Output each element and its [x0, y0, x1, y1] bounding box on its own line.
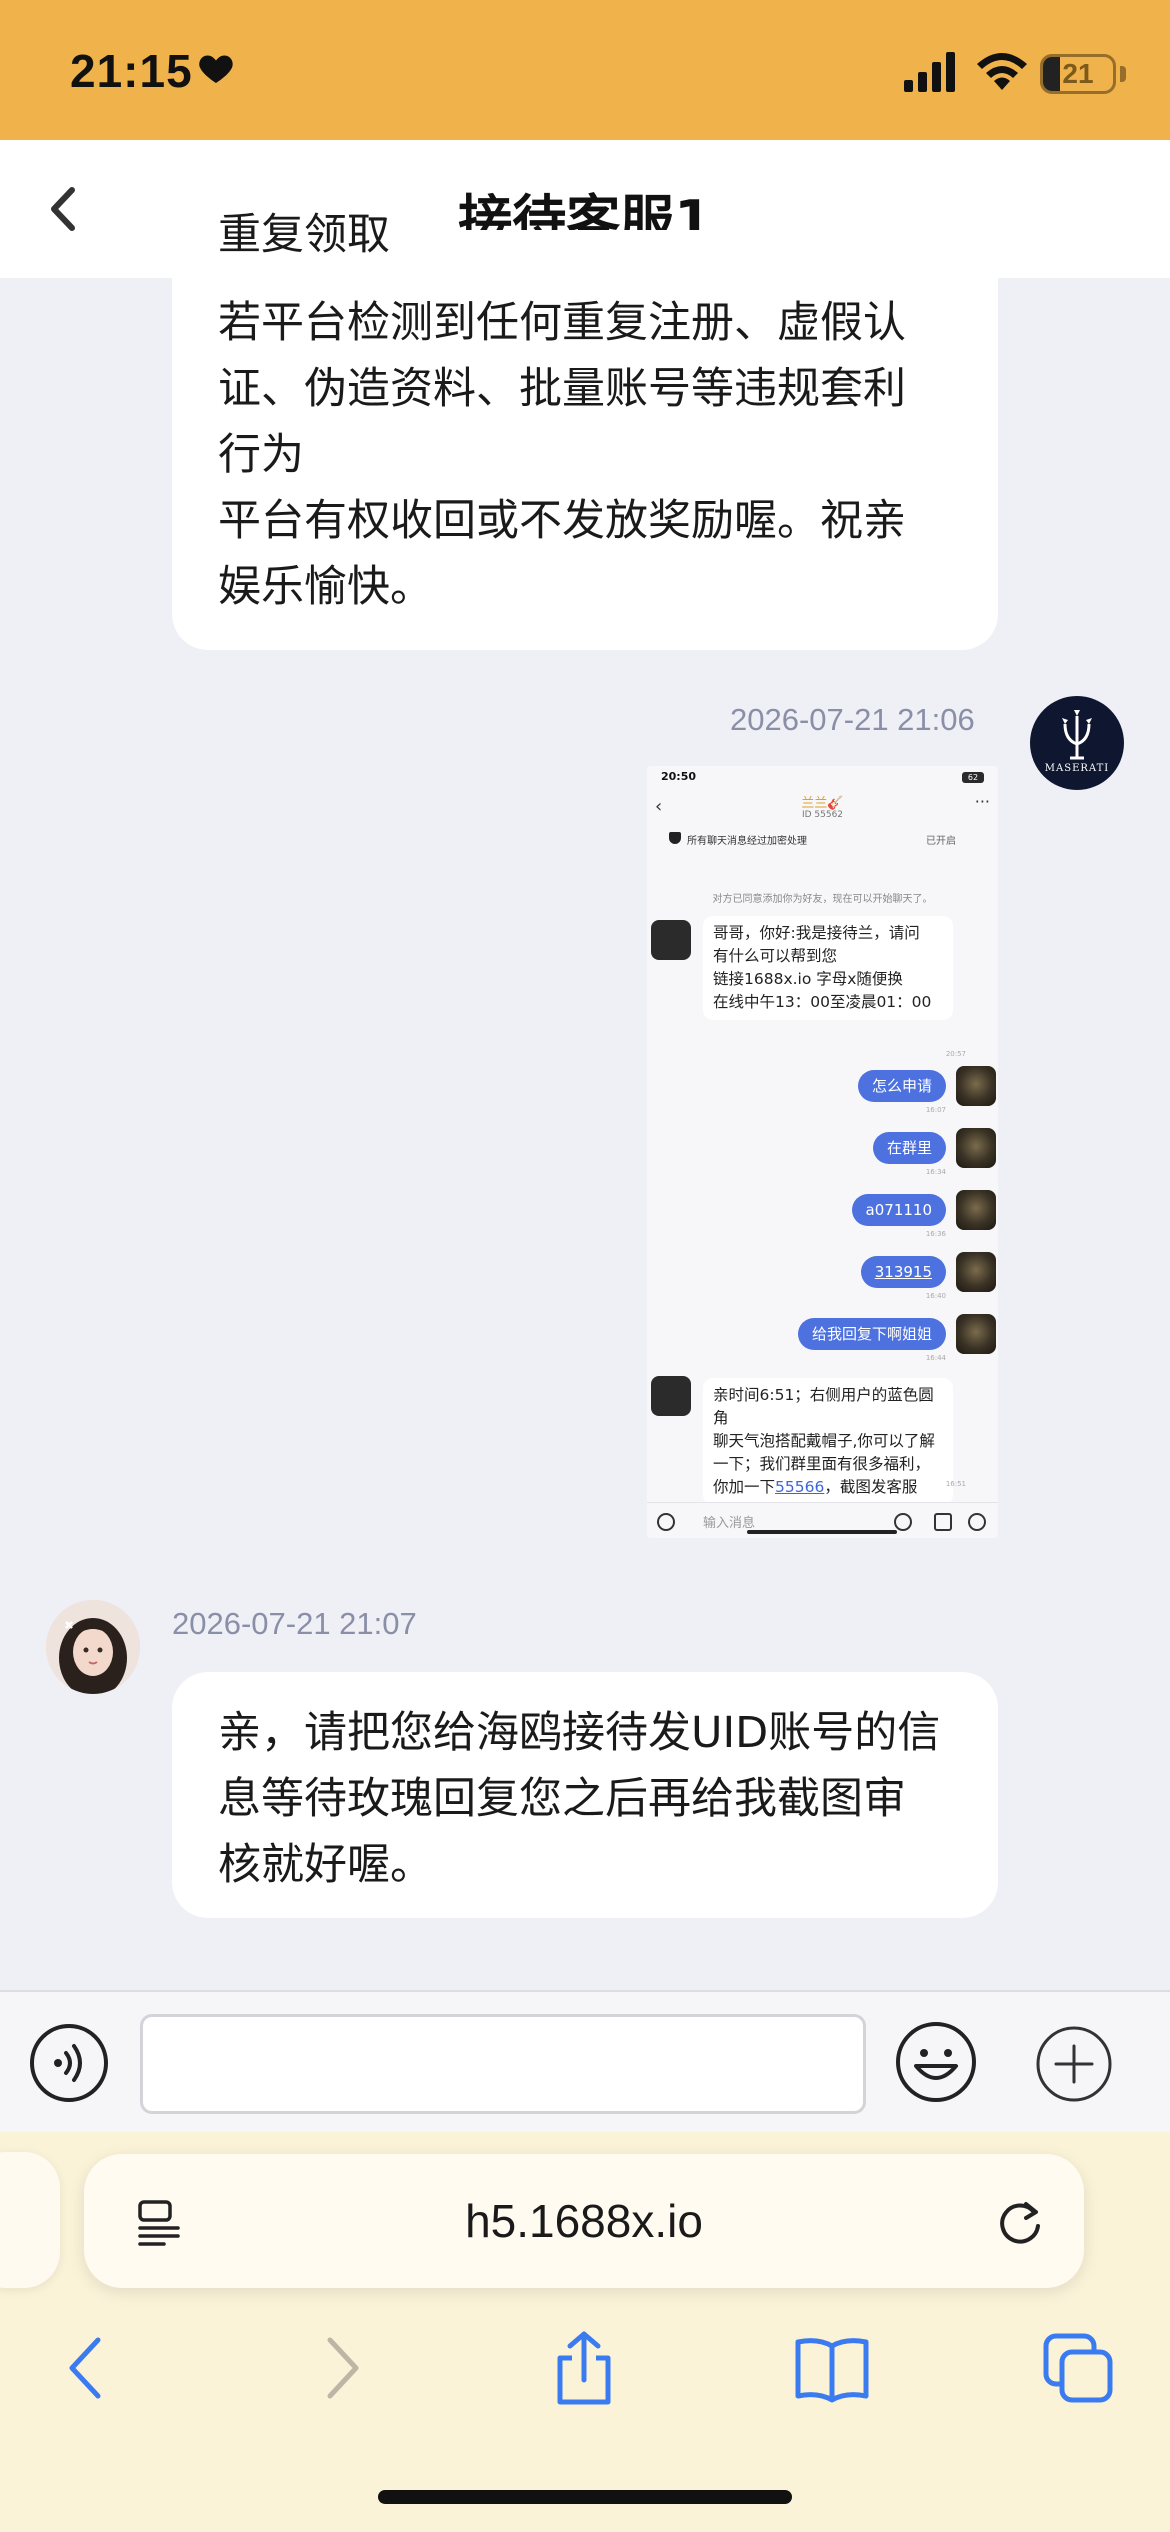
- shot-reply-bubble: 在群里: [872, 1132, 946, 1164]
- browser-toolbar: h5.1688x.io: [0, 2132, 1170, 2532]
- heart-icon: [196, 48, 236, 98]
- shot-gift-icon: [934, 1513, 952, 1531]
- shot-user-avatar: [956, 1252, 996, 1292]
- shot-contact-name: 兰兰🎸: [801, 796, 844, 811]
- shot-input-bar: 输入消息: [647, 1502, 998, 1538]
- reload-icon[interactable]: [990, 2192, 1050, 2252]
- shot-reply-time: 16:40: [925, 1292, 946, 1300]
- cellular-signal-icon: [904, 52, 955, 92]
- bookmarks-button[interactable]: [794, 2330, 870, 2406]
- trident-icon: [1062, 710, 1092, 760]
- message-text: 若平台检测到任何重复注册、虚假认 证、伪造资料、批量账号等违规套利 行为 平台有…: [218, 298, 906, 612]
- shot-voice-icon: [657, 1513, 675, 1531]
- tabs-button[interactable]: [1040, 2330, 1116, 2406]
- message-text: 亲，请把您给海鸥接待发UID账号的信 息等待玫瑰回复您之后再给我截图审 核就好喔…: [218, 1708, 941, 1890]
- message-bubble-agent: 重复领取 若平台检测到任何重复注册、虚假认 证、伪造资料、批量账号等违规套利 行…: [172, 210, 998, 650]
- agent-portrait-icon: [46, 1600, 140, 1694]
- more-options-button[interactable]: [1034, 2024, 1114, 2104]
- shot-reply-bubble: 313915: [860, 1256, 946, 1288]
- shot-agent-avatar: [651, 1376, 691, 1416]
- shot-encryption-note: 所有聊天消息经过加密处理: [687, 836, 807, 847]
- message-cut-line: 重复领取: [218, 210, 390, 260]
- shot-home-indicator: [747, 1530, 897, 1534]
- shot-reply-time: 16:36: [925, 1230, 946, 1238]
- address-bar[interactable]: h5.1688x.io: [84, 2154, 1084, 2288]
- status-bar: 21:15 21: [0, 0, 1170, 140]
- message-timestamp: 2026-07-21 21:06: [730, 702, 975, 737]
- shot-reply-bubble: 给我回复下啊姐姐: [797, 1318, 946, 1350]
- battery-level: 21: [1062, 58, 1094, 89]
- status-time: 21:15: [70, 45, 193, 97]
- shot-status-bar: 20:50 62: [647, 766, 998, 788]
- shot-user-avatar: [956, 1314, 996, 1354]
- browser-nav-row: [0, 2302, 1170, 2432]
- shot-agent-message: 哥哥，你好:我是接待兰，请问 有什么可以帮到您 链接1688x.io 字母x随便…: [703, 916, 953, 1020]
- message-timestamp: 2026-07-21 21:07: [172, 1606, 417, 1641]
- shot-input-placeholder: 输入消息: [703, 1516, 756, 1531]
- previous-tab[interactable]: [0, 2152, 60, 2288]
- shot-reply-time: 16:34: [925, 1168, 946, 1176]
- shot-header: ‹ 兰兰🎸 ID 55562 ···: [647, 788, 998, 828]
- shot-contact-id: ID 55562: [801, 810, 844, 820]
- shot-time: 20:50: [661, 770, 697, 783]
- shot-user-avatar: [956, 1066, 996, 1106]
- shot-reply-time: 16:07: [925, 1106, 946, 1114]
- shot-message-time: 20:57: [945, 1050, 966, 1058]
- shot-group-link: 55566: [775, 1478, 825, 1496]
- shot-message-time: 16:51: [945, 1480, 966, 1488]
- forward-nav-button[interactable]: [302, 2330, 378, 2406]
- shot-reply-bubble: a071110: [851, 1194, 946, 1226]
- shot-user-avatar: [956, 1190, 996, 1230]
- home-indicator: [378, 2490, 792, 2504]
- back-nav-button[interactable]: [50, 2330, 126, 2406]
- shot-plus-icon: [968, 1513, 986, 1531]
- shot-reply-time: 16:44: [925, 1354, 946, 1362]
- shot-emoji-icon: [894, 1513, 912, 1531]
- shot-more-icon: ···: [974, 792, 990, 811]
- shot-agent-message-2: 亲时间6:51；右侧用户的蓝色圆角 聊天气泡搭配戴帽子,你可以了解 一下；我们群…: [703, 1378, 953, 1505]
- maserati-label: MASERATI: [1044, 763, 1110, 774]
- shot-reply-bubble: 怎么申请: [857, 1070, 946, 1102]
- message-input-bar: [0, 1990, 1170, 2132]
- shot-agent-message-2-tail: ，截图发客服: [824, 1478, 918, 1496]
- message-image[interactable]: 20:50 62 ‹ 兰兰🎸 ID 55562 ··· 所有聊天消息经过加密处理…: [647, 766, 998, 1538]
- emoji-button[interactable]: [894, 2020, 978, 2104]
- shot-encryption-status: 已开启: [926, 836, 956, 847]
- shield-icon: [669, 832, 681, 844]
- battery-icon: 21: [1040, 54, 1116, 94]
- shot-battery: 62: [962, 772, 984, 783]
- url-text: h5.1688x.io: [465, 2195, 703, 2247]
- user-avatar[interactable]: MASERATI: [1030, 696, 1124, 790]
- message-bubble-agent: 亲，请把您给海鸥接待发UID账号的信 息等待玫瑰回复您之后再给我截图审 核就好喔…: [172, 1672, 998, 1918]
- shot-system-note: 对方已同意添加你为好友，现在可以开始聊天了。: [712, 894, 933, 905]
- shot-agent-avatar: [651, 920, 691, 960]
- message-input[interactable]: [140, 2014, 866, 2114]
- agent-avatar[interactable]: [46, 1600, 140, 1694]
- battery-cap: [1120, 66, 1126, 82]
- shot-encryption-row: 所有聊天消息经过加密处理 已开启: [647, 828, 998, 850]
- wifi-icon: [977, 53, 1027, 90]
- share-button[interactable]: [546, 2330, 622, 2406]
- voice-input-button[interactable]: [28, 2022, 110, 2104]
- shot-user-avatar: [956, 1128, 996, 1168]
